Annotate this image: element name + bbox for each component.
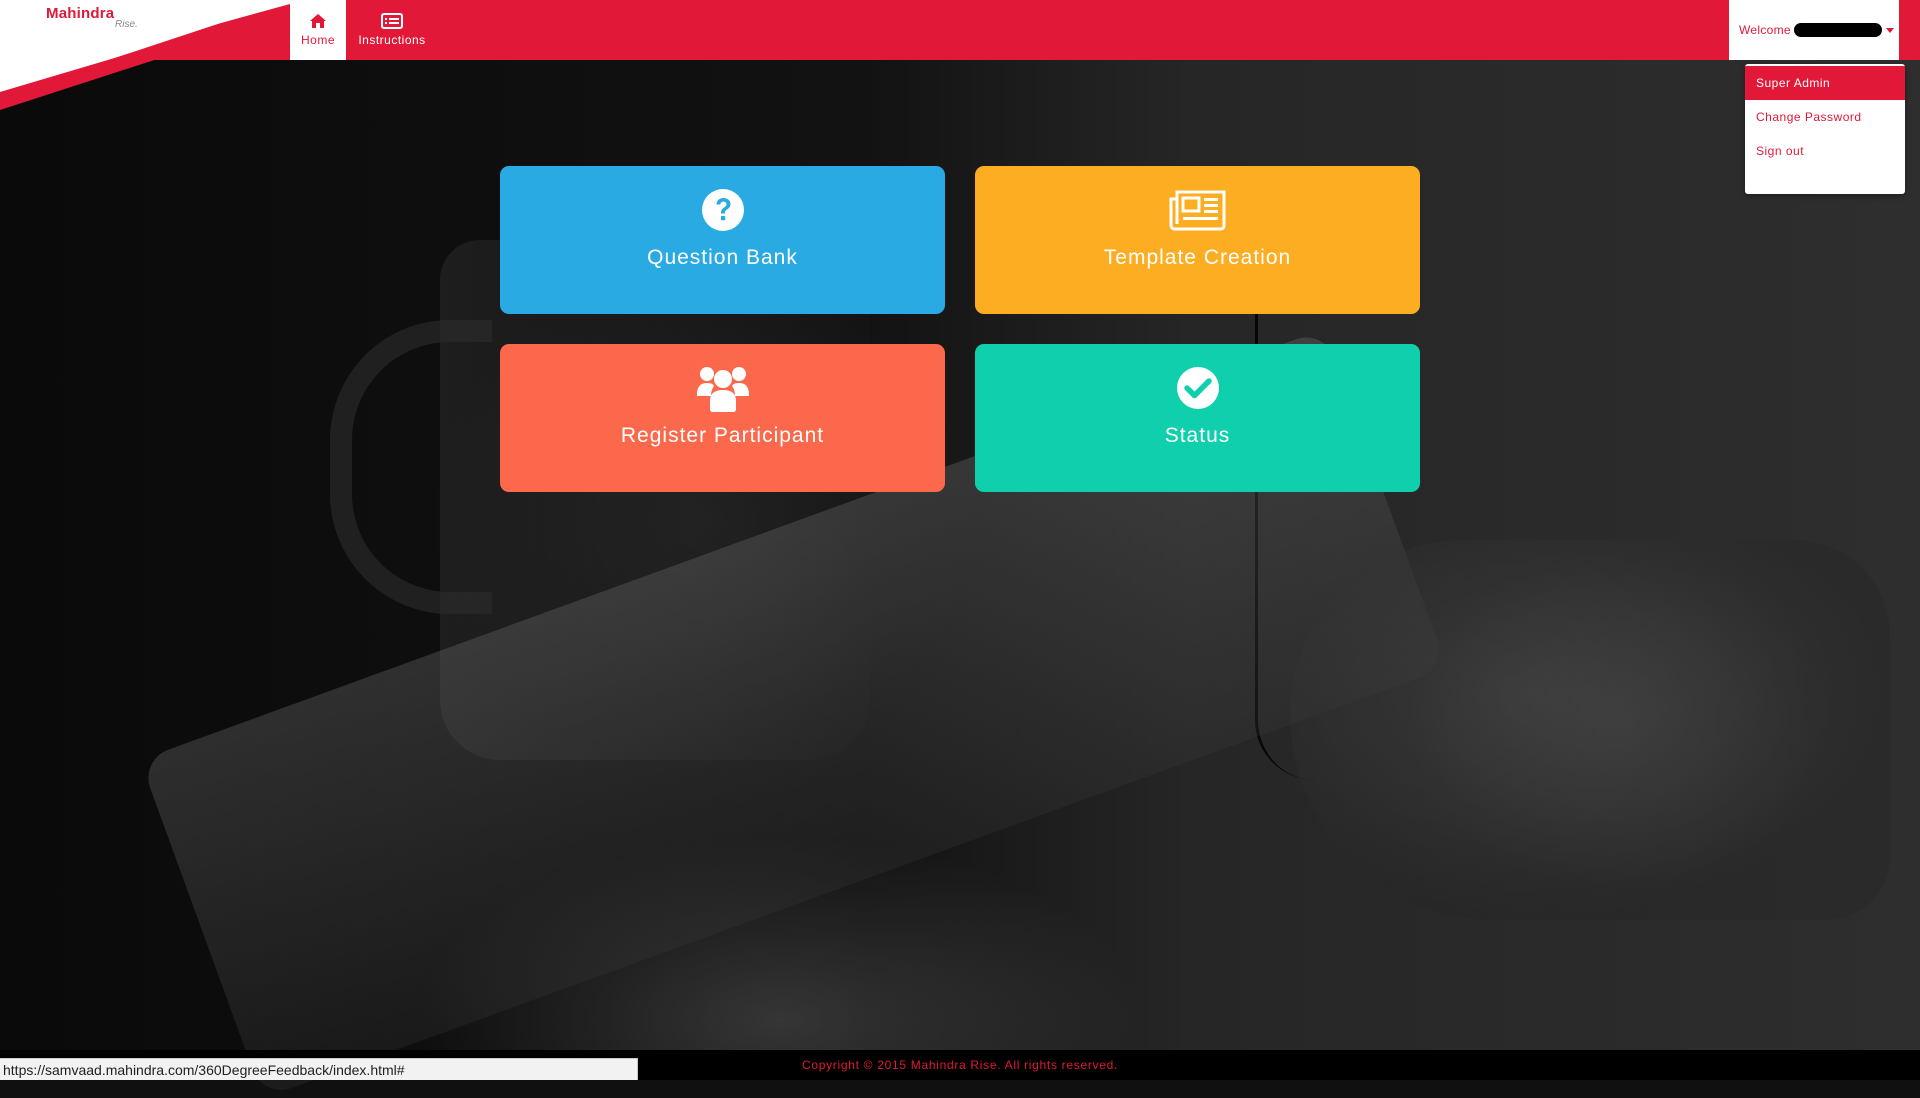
browser-status-url: https://samvaad.mahindra.com/360DegreeFe… — [0, 1058, 638, 1080]
check-circle-icon — [1176, 364, 1220, 412]
caret-down-icon — [1885, 27, 1894, 33]
redacted-username — [1793, 23, 1882, 37]
welcome-label: Welcome — [1739, 23, 1791, 37]
logo-tagline: Rise. — [115, 19, 138, 30]
user-dropdown-menu: Super Admin Change Password Sign out — [1745, 64, 1905, 194]
tile-status-label: Status — [1164, 424, 1231, 447]
background-hand — [1290, 540, 1890, 920]
logo-swoosh-icon — [0, 0, 290, 110]
nav-instructions[interactable]: Instructions — [346, 0, 438, 60]
logo[interactable]: Mahindra Rise. — [0, 0, 290, 110]
home-icon — [310, 14, 326, 28]
tile-template-creation-label: Template Creation — [1103, 246, 1292, 269]
menu-item-sign-out[interactable]: Sign out — [1745, 134, 1905, 168]
question-circle-icon — [701, 186, 745, 234]
tile-question-bank[interactable]: Question Bank — [500, 166, 945, 314]
menu-item-change-password[interactable]: Change Password — [1745, 100, 1905, 134]
nav-instructions-label: Instructions — [358, 33, 426, 47]
user-menu-toggle[interactable]: Welcome — [1729, 0, 1899, 60]
tile-template-creation[interactable]: Template Creation — [975, 166, 1420, 314]
tile-register-participant[interactable]: Register Participant — [500, 344, 945, 492]
nav-home-label: Home — [300, 33, 335, 47]
tile-register-participant-label: Register Participant — [620, 424, 825, 447]
background-photo — [0, 0, 1920, 1098]
nav-home[interactable]: Home — [290, 0, 346, 60]
list-icon — [381, 13, 403, 29]
tile-status[interactable]: Status — [975, 344, 1420, 492]
top-navbar: Mahindra Rise. Home Instructions Welcome — [0, 0, 1920, 110]
background-mug-handle — [330, 320, 492, 614]
users-icon — [695, 364, 751, 412]
newspaper-icon — [1169, 186, 1227, 234]
logo-name: Mahindra — [46, 5, 115, 22]
menu-item-super-admin[interactable]: Super Admin — [1745, 66, 1905, 100]
copyright-text: Copyright © 2015 Mahindra Rise. All righ… — [801, 1058, 1119, 1072]
tile-question-bank-label: Question Bank — [647, 246, 798, 269]
